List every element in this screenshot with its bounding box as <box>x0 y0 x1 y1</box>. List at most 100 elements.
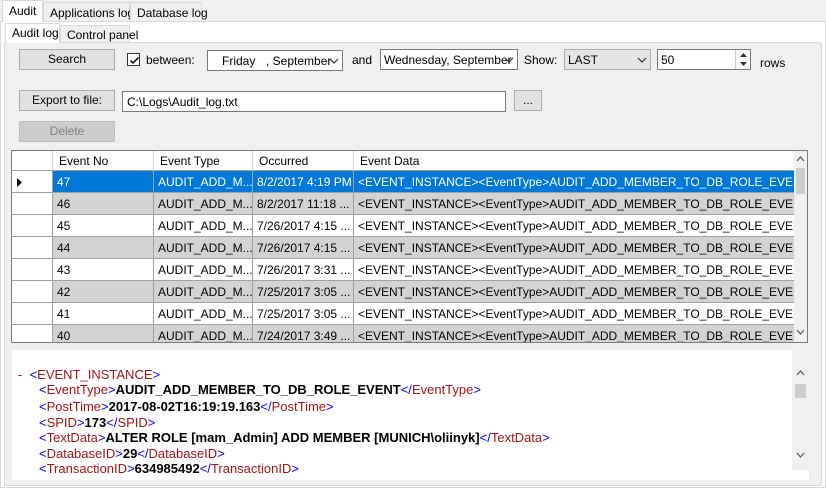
cell-event-no[interactable]: 40 <box>53 325 154 342</box>
cell-event-data[interactable]: <EVENT_INSTANCE><EventType>AUDIT_ADD_MEM… <box>354 215 795 237</box>
row-header[interactable] <box>12 325 53 342</box>
stepper-up-icon[interactable] <box>739 51 748 59</box>
cell-event-type[interactable]: AUDIT_ADD_M... <box>154 259 253 281</box>
rows-value: 50 <box>661 53 675 67</box>
cell-event-type[interactable]: AUDIT_ADD_M... <box>154 325 253 342</box>
collapse-toggle[interactable]: - <box>18 367 22 382</box>
column-header-event-type[interactable]: Event Type <box>154 151 253 171</box>
search-button[interactable]: Search <box>19 49 115 70</box>
scrollbar-thumb[interactable] <box>795 384 806 398</box>
cell-event-type[interactable]: AUDIT_ADD_M... <box>154 281 253 303</box>
between-label: between: <box>146 53 195 67</box>
event-xml-viewer[interactable]: - <EVENT_INSTANCE> <EventType>AUDIT_ADD_… <box>12 350 809 480</box>
from-date-picker[interactable]: Friday , September <box>207 50 343 71</box>
chevron-down-icon[interactable] <box>504 54 514 66</box>
cell-event-data[interactable]: <EVENT_INSTANCE><EventType>AUDIT_ADD_MEM… <box>354 237 795 259</box>
column-label: Event Data <box>360 154 420 168</box>
cell-event-type[interactable]: AUDIT_ADD_M... <box>154 215 253 237</box>
export-button[interactable]: Export to file: <box>19 90 115 111</box>
xml-tag: EventType <box>411 382 474 397</box>
cell-event-type[interactable]: AUDIT_ADD_M... <box>154 237 253 259</box>
tab-applications-log[interactable]: Applications log <box>43 2 134 22</box>
table-row[interactable]: 40 AUDIT_ADD_M... 7/24/2017 3:49 ... <EV… <box>12 325 795 342</box>
cell-event-type[interactable]: AUDIT_ADD_M... <box>154 193 253 215</box>
cell-occurred[interactable]: 7/24/2017 3:49 ... <box>253 325 354 342</box>
outer-tabstrip: Audit Applications log Database log <box>0 0 826 22</box>
scroll-down-icon[interactable] <box>796 329 805 336</box>
show-select[interactable]: LAST <box>564 49 651 70</box>
tab-control-panel[interactable]: Control panel <box>60 25 138 43</box>
search-label: Search <box>47 52 87 66</box>
cell-occurred[interactable]: 7/26/2017 4:15 ... <box>253 215 354 237</box>
events-grid[interactable]: Event No Event Type Occurred Event Data … <box>11 150 808 343</box>
cell-event-no[interactable]: 46 <box>53 193 154 215</box>
stepper-buttons <box>735 50 750 69</box>
cell-occurred[interactable]: 7/25/2017 3:05 ... <box>253 281 354 303</box>
column-label: Occurred <box>259 154 309 168</box>
xml-tag: TextData <box>490 430 543 445</box>
tab-label: Database log <box>137 6 208 20</box>
cell-event-data[interactable]: <EVENT_INSTANCE><EventType>AUDIT_ADD_MEM… <box>354 259 795 281</box>
row-header[interactable] <box>12 237 53 259</box>
from-day: Friday <box>222 54 256 68</box>
row-header[interactable] <box>12 215 53 237</box>
column-header-event-data[interactable]: Event Data <box>354 151 795 171</box>
rows-stepper[interactable]: 50 <box>657 49 751 70</box>
cell-event-no[interactable]: 47 <box>53 171 154 193</box>
table-row[interactable]: 43 AUDIT_ADD_M... 7/26/2017 3:31 ... <EV… <box>12 259 795 281</box>
cell-occurred[interactable]: 7/25/2017 3:05 ... <box>253 303 354 325</box>
column-header-occurred[interactable]: Occurred <box>253 151 354 171</box>
xml-scrollbar[interactable] <box>792 350 809 470</box>
scroll-up-icon[interactable] <box>796 155 805 162</box>
cell-event-no[interactable]: 41 <box>53 303 154 325</box>
cell-event-type[interactable]: AUDIT_ADD_M... <box>154 171 253 193</box>
tab-audit[interactable]: Audit <box>2 0 43 22</box>
row-header[interactable] <box>12 259 53 281</box>
table-row[interactable]: 45 AUDIT_ADD_M... 7/26/2017 4:15 ... <EV… <box>12 215 795 237</box>
row-header[interactable] <box>12 303 53 325</box>
tab-audit-log[interactable]: Audit log <box>5 23 60 43</box>
scroll-down-icon[interactable] <box>796 452 805 459</box>
cell-event-data[interactable]: <EVENT_INSTANCE><EventType>AUDIT_ADD_MEM… <box>354 193 795 215</box>
xml-tag: PostTime <box>46 399 102 414</box>
xml-tag: TextData <box>46 430 98 445</box>
row-header[interactable] <box>12 281 53 303</box>
cell-occurred[interactable]: 7/26/2017 4:15 ... <box>253 237 354 259</box>
cell-event-no[interactable]: 43 <box>53 259 154 281</box>
table-row[interactable]: 47 AUDIT_ADD_M... 8/2/2017 4:19 PM <EVEN… <box>12 171 795 193</box>
cell-event-data[interactable]: <EVENT_INSTANCE><EventType>AUDIT_ADD_MEM… <box>354 281 795 303</box>
delete-button[interactable]: Delete <box>19 121 115 142</box>
row-header[interactable] <box>12 171 53 193</box>
scroll-up-icon[interactable] <box>796 369 805 376</box>
browse-button[interactable]: ... <box>514 90 542 111</box>
xml-tag: SPID <box>117 415 148 430</box>
table-row[interactable]: 41 AUDIT_ADD_M... 7/25/2017 3:05 ... <EV… <box>12 303 795 325</box>
cell-event-data[interactable]: <EVENT_INSTANCE><EventType>AUDIT_ADD_MEM… <box>354 325 795 342</box>
chevron-down-icon[interactable] <box>329 55 339 67</box>
cell-event-no[interactable]: 44 <box>53 237 154 259</box>
cell-event-data[interactable]: <EVENT_INSTANCE><EventType>AUDIT_ADD_MEM… <box>354 171 795 193</box>
xml-value: 29 <box>122 446 138 461</box>
tab-database-log[interactable]: Database log <box>130 2 208 22</box>
cell-occurred[interactable]: 8/2/2017 11:18 ... <box>253 193 354 215</box>
browse-label: ... <box>522 93 533 107</box>
table-row[interactable]: 44 AUDIT_ADD_M... 7/26/2017 4:15 ... <EV… <box>12 237 795 259</box>
cell-event-no[interactable]: 42 <box>53 281 154 303</box>
cell-occurred[interactable]: 7/26/2017 3:31 ... <box>253 259 354 281</box>
scrollbar-thumb[interactable] <box>796 168 805 194</box>
grid-scrollbar[interactable] <box>794 151 807 342</box>
table-row[interactable]: 46 AUDIT_ADD_M... 8/2/2017 11:18 ... <EV… <box>12 193 795 215</box>
export-path-field[interactable]: C:\Logs\Audit_log.txt <box>122 91 506 112</box>
cell-event-data[interactable]: <EVENT_INSTANCE><EventType>AUDIT_ADD_MEM… <box>354 303 795 325</box>
column-header-event-no[interactable]: Event No <box>53 151 154 171</box>
row-header[interactable] <box>12 193 53 215</box>
to-date-picker[interactable]: Wednesday, September <box>380 49 518 70</box>
cell-event-type[interactable]: AUDIT_ADD_M... <box>154 303 253 325</box>
cell-event-no[interactable]: 45 <box>53 215 154 237</box>
xml-value: ALTER ROLE [mam_Admin] ADD MEMBER [MUNIC… <box>105 430 480 445</box>
table-row[interactable]: 42 AUDIT_ADD_M... 7/25/2017 3:05 ... <EV… <box>12 281 795 303</box>
stepper-down-icon[interactable] <box>739 60 748 68</box>
column-label: Event Type <box>160 154 220 168</box>
between-checkbox[interactable] <box>127 53 140 66</box>
cell-occurred[interactable]: 8/2/2017 4:19 PM <box>253 171 354 193</box>
